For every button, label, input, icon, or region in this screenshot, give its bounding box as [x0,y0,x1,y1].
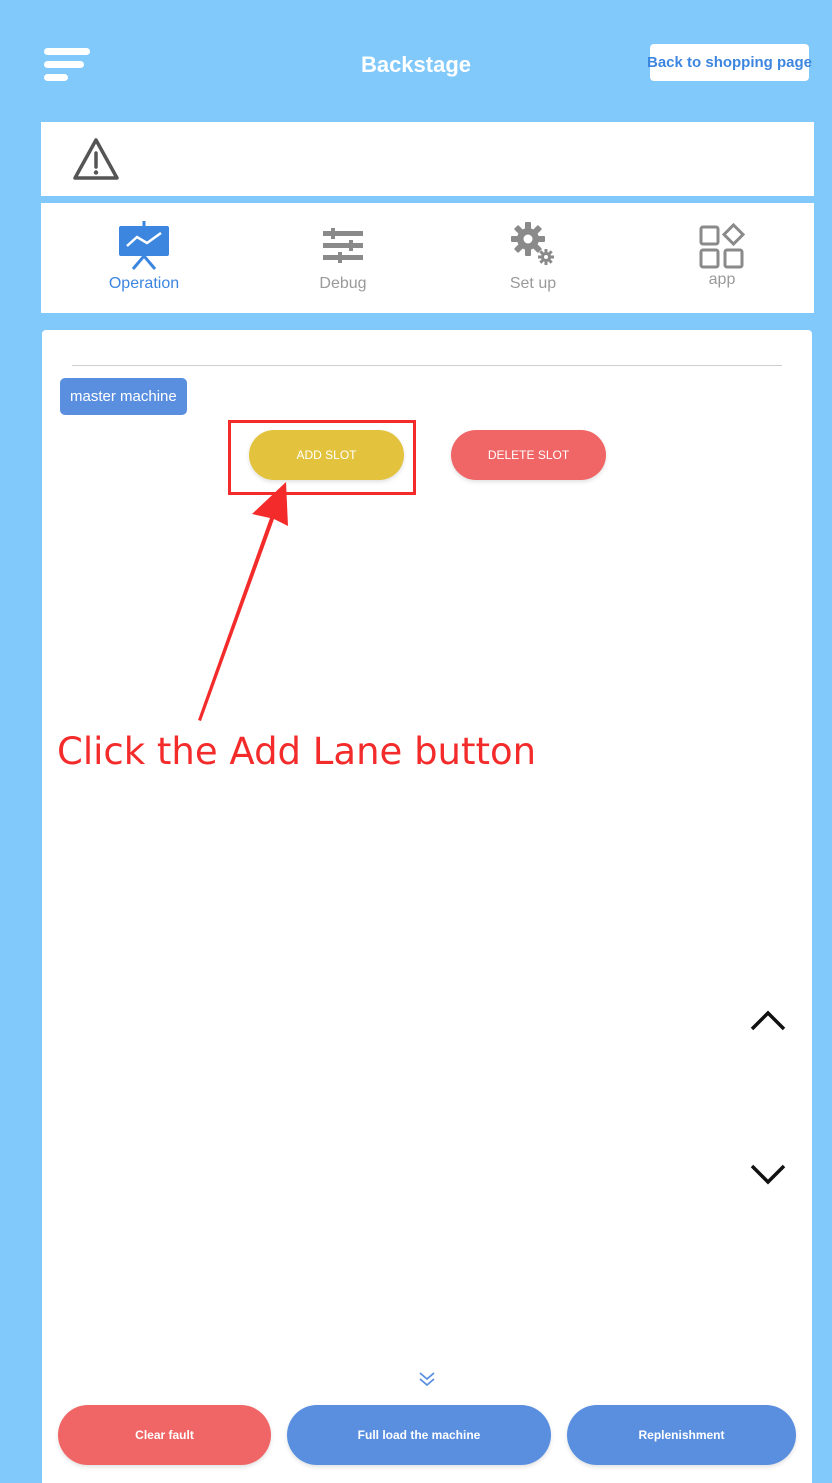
annotation-text: Click the Add Lane button [57,730,537,773]
delete-slot-button[interactable]: DELETE SLOT [451,430,606,480]
tab-debug[interactable]: Debug [273,203,413,313]
warning-icon [73,138,119,180]
tab-label: Operation [108,275,180,292]
replenishment-button[interactable]: Replenishment [567,1405,796,1465]
scroll-down-icon[interactable] [748,1160,788,1188]
presentation-chart-icon [119,221,169,270]
back-to-shopping-button[interactable]: Back to shopping page [647,44,812,81]
alert-bar [41,122,814,196]
apps-grid-icon [699,223,746,269]
main-panel: master machine ADD SLOT DELETE SLOT [42,330,812,1483]
tab-app[interactable]: app [652,203,792,313]
tab-set-up[interactable]: Set up [463,203,603,313]
annotation-arrow-icon [198,482,288,721]
top-bar: Backstage Back to shopping page [0,0,832,120]
double-chevron-down-icon[interactable] [418,1370,436,1388]
tab-operation[interactable]: Operation [74,203,214,313]
divider [72,365,782,366]
tab-label: app [708,271,736,288]
gears-icon [511,222,554,265]
full-load-button[interactable]: Full load the machine [287,1405,551,1465]
master-machine-tag[interactable]: master machine [60,378,187,415]
tab-label: Debug [319,275,367,292]
tab-bar: Operation Debug Set up app [41,203,814,313]
scroll-up-icon[interactable] [748,1005,788,1033]
clear-fault-button[interactable]: Clear fault [58,1405,271,1465]
sliders-icon [323,228,363,263]
tab-label: Set up [509,275,557,292]
